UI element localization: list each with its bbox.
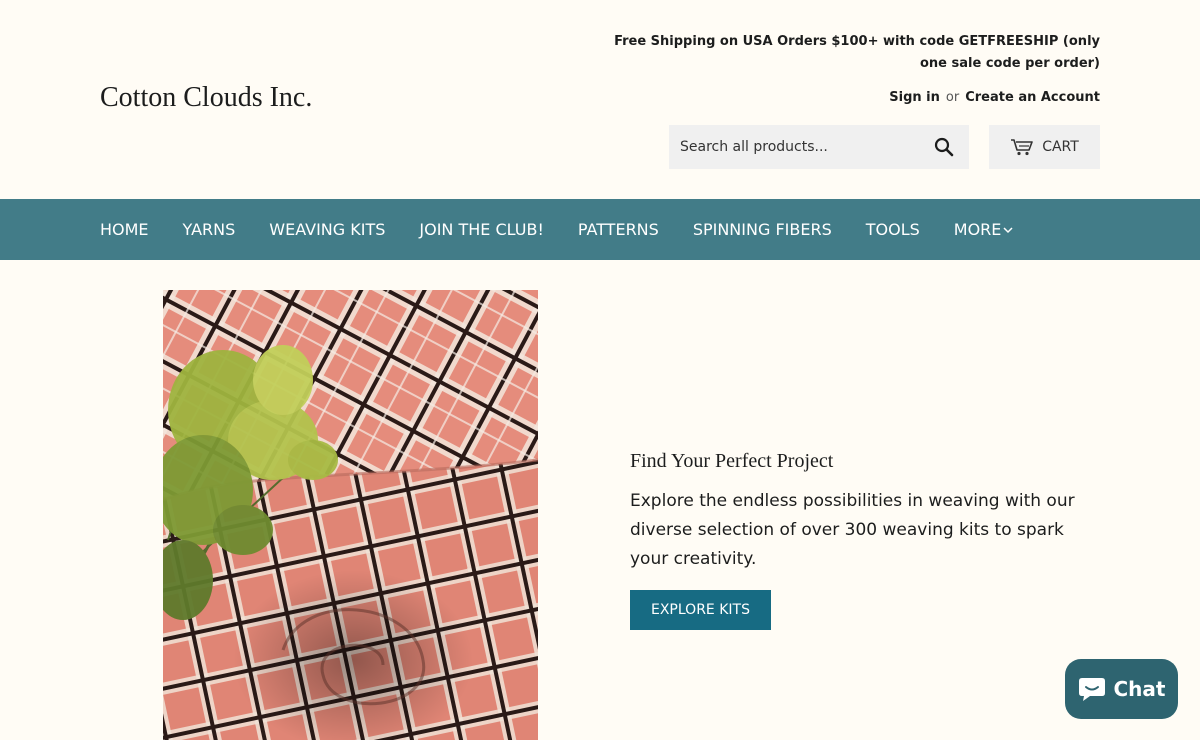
nav-label: YARNS [182,220,236,239]
site-header: Cotton Clouds Inc. Free Shipping on USA … [0,0,1200,199]
search-button[interactable] [919,125,969,169]
hero-image-plaid-towel [163,290,538,740]
main-nav: HOME YARNS WEAVING KITS JOIN THE CLUB! P… [0,199,1200,260]
nav-item-home[interactable]: HOME [100,220,149,239]
hero-description: Explore the endless possibilities in wea… [630,491,1075,569]
nav-item-tools[interactable]: TOOLS [866,220,920,239]
account-links: Sign in or Create an Account [889,90,1100,105]
chat-button[interactable]: Chat [1065,659,1178,719]
promo-banner: Free Shipping on USA Orders $100+ with c… [614,34,1100,71]
search-input[interactable] [669,125,919,169]
chat-label: Chat [1113,677,1166,701]
store-logo[interactable]: Cotton Clouds Inc. [100,82,312,114]
nav-label: TOOLS [865,220,920,239]
cart-button[interactable]: CART [989,125,1100,169]
nav-item-more[interactable]: MORE [954,220,1014,239]
search-icon [934,137,954,157]
cart-icon [1011,139,1033,156]
search-form [669,125,969,169]
nav-item-weaving-kits[interactable]: WEAVING KITS [269,220,385,239]
hero-text-block: Find Your Perfect Project Explore the en… [630,450,1100,630]
nav-item-yarns[interactable]: YARNS [183,220,236,239]
nav-item-join-the-club[interactable]: JOIN THE CLUB! [419,220,543,239]
chat-bubble-icon [1078,678,1105,701]
create-account-link[interactable]: Create an Account [965,90,1100,105]
nav-label: PATTERNS [577,220,659,239]
nav-item-spinning-fibers[interactable]: SPINNING FIBERS [693,220,832,239]
nav-label: SPINNING FIBERS [692,220,832,239]
nav-item-patterns[interactable]: PATTERNS [578,220,659,239]
or-separator: or [945,90,960,105]
explore-kits-button[interactable]: EXPLORE KITS [630,590,771,630]
chevron-down-icon [1003,226,1013,233]
nav-label: WEAVING KITS [269,220,386,239]
nav-label: JOIN THE CLUB! [419,220,544,239]
nav-label: HOME [100,220,149,239]
hero-title: Find Your Perfect Project [630,450,834,472]
sign-in-link[interactable]: Sign in [889,90,940,105]
cart-label: CART [1042,139,1079,155]
nav-label: MORE [953,220,1002,239]
plaid-fabric-image [163,290,538,740]
